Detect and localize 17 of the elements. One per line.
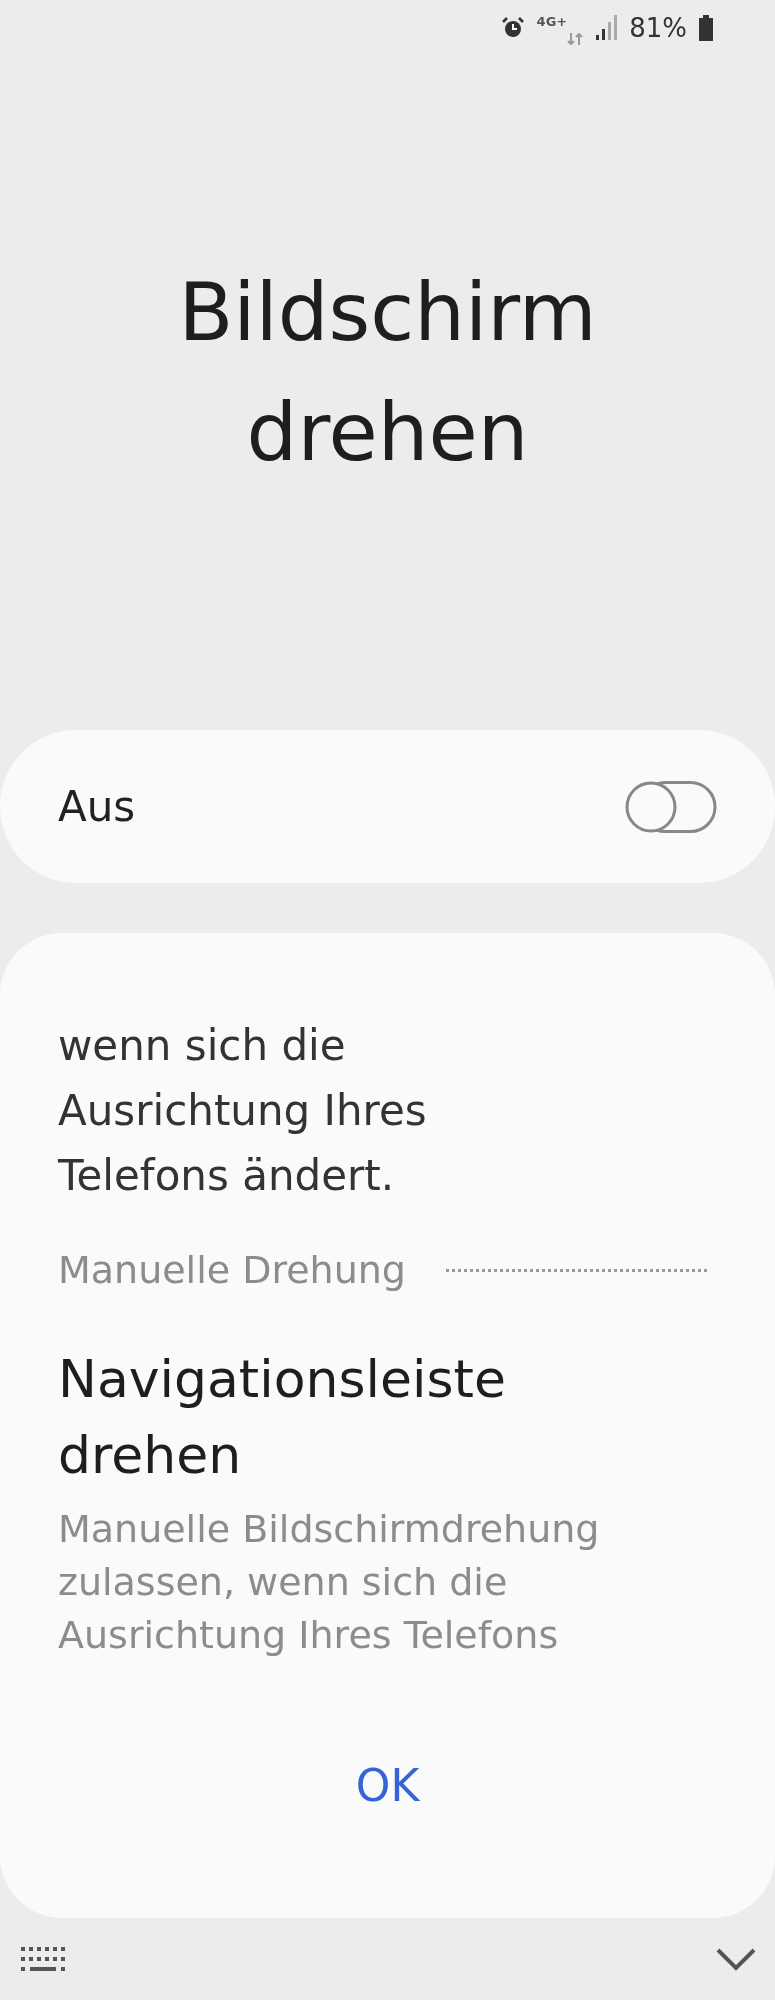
section-label: Manuelle Drehung <box>58 1248 406 1293</box>
network-indicator: 4G+ <box>536 14 568 28</box>
signal-icon <box>595 15 618 41</box>
description-text: wenn sich die Ausrichtung Ihres Telefons ändert. <box>58 1020 428 1203</box>
toggle-switch[interactable] <box>625 780 717 833</box>
battery-percentage: 81% <box>629 13 687 43</box>
keyboard-icon[interactable] <box>20 1946 66 1972</box>
chevron-down-icon[interactable] <box>715 1947 757 1971</box>
data-arrows-icon <box>567 33 584 45</box>
screen-title: Bildschirm drehen <box>177 265 598 481</box>
alarm-icon <box>500 16 525 40</box>
option-description: Manuelle Bildschirmdrehung zulassen, wenn sich die Ausrichtung Ihres Telefons <box>58 1506 601 1660</box>
option-title[interactable]: Navigationsleiste drehen <box>58 1342 678 1494</box>
toggle-label: Aus <box>58 782 136 831</box>
toggle-card[interactable]: Aus <box>0 730 775 883</box>
battery-icon <box>699 15 713 41</box>
ok-button[interactable]: OK <box>315 1749 460 1821</box>
